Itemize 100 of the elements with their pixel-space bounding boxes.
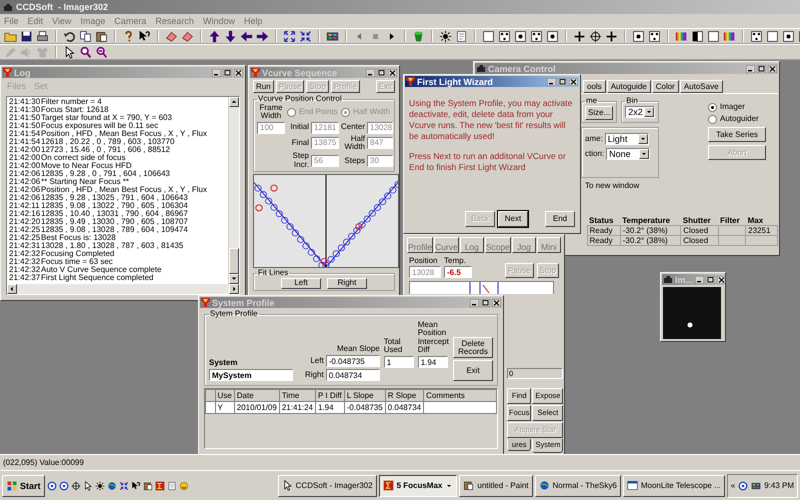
target-icon[interactable] [46,480,57,490]
eraser-icon[interactable] [165,30,178,42]
notepad-icon[interactable] [455,30,468,42]
taskbar-button[interactable]: 5 FocusMax [378,474,458,496]
arrow-down-icon[interactable] [224,30,237,42]
start-button[interactable]: Start [2,474,45,496]
tray-expand-button[interactable]: « [730,481,736,490]
globe-icon[interactable] [106,480,117,490]
copy-icon[interactable] [79,30,92,42]
eraser-icon[interactable] [181,30,194,42]
input-field[interactable]: 1.94 [418,356,448,368]
minimize-button[interactable] [366,68,375,76]
color-bars-icon[interactable] [675,30,688,42]
maximize-button[interactable] [757,64,766,72]
input-field[interactable]: 1 [384,356,414,368]
sun-icon[interactable] [439,30,452,42]
tab[interactable]: ools [583,80,606,93]
arrow-up-icon[interactable] [208,30,221,42]
sigma-icon[interactable] [154,480,165,490]
maximize-button[interactable] [223,68,232,76]
contrast-icon[interactable] [691,30,704,42]
close-button[interactable] [234,68,243,76]
tab[interactable]: AutoSave [680,80,723,93]
arrow-left-icon[interactable] [240,30,253,42]
crosshair-icon[interactable] [589,30,602,42]
taskbar-button[interactable]: untitled - Paint [459,474,533,496]
dots-icon[interactable] [648,30,661,42]
plus-icon[interactable] [573,30,586,42]
close-button[interactable] [388,68,397,76]
close-button[interactable] [492,298,501,306]
blank-frame-icon[interactable] [766,30,779,42]
tab[interactable]: Autoguide [606,80,651,93]
blank-frame-icon[interactable] [482,30,495,42]
help-cursor-icon[interactable] [130,480,141,490]
wizard-button[interactable]: Next [498,211,528,227]
dropdown[interactable]: 2x2 [625,106,656,118]
action-button[interactable]: Take Series [708,127,766,142]
taskbar-button[interactable]: Normal - TheSky6 [534,474,621,496]
color-bars-icon[interactable] [723,30,736,42]
dots-icon[interactable] [750,30,763,42]
action-button[interactable]: Delete Records [453,337,493,358]
maximize-button[interactable] [377,68,386,76]
wizard-button[interactable]: End [545,211,575,227]
crosshair-icon[interactable] [70,480,81,490]
pointer-icon[interactable] [82,480,93,490]
minimize-button[interactable] [547,78,556,86]
panel-icon[interactable] [326,30,339,42]
save-icon[interactable] [20,30,33,42]
help-cursor-icon[interactable] [138,30,151,42]
tab[interactable]: Color [652,80,679,93]
paste-icon[interactable] [95,30,108,42]
maximize-button[interactable] [481,298,490,306]
minimize-button[interactable] [695,276,704,284]
taskbar-button[interactable]: CCDSoft - Imager302 [278,474,377,496]
pointer-icon[interactable] [63,46,76,58]
arrow-right-icon[interactable] [256,30,269,42]
dropdown[interactable]: Light [604,132,649,145]
minimize-button[interactable] [212,68,221,76]
radio-button[interactable] [708,103,717,112]
blank-frame-icon[interactable] [707,30,720,42]
input-field[interactable]: -0.048735 [326,355,380,368]
action-button[interactable]: Run [253,80,274,93]
taskbar-button[interactable]: MoonLite Telescope ... [622,474,725,496]
close-button[interactable] [717,276,725,284]
size-button[interactable]: Size... [585,106,614,120]
help-icon[interactable] [122,30,135,42]
maximize-button[interactable] [706,276,716,284]
paste-icon[interactable] [142,480,153,490]
dots-icon[interactable] [530,30,543,42]
bucket-icon[interactable] [412,30,425,42]
scroll-thumb[interactable] [229,248,239,274]
input-field[interactable]: -6.5 [444,266,472,278]
horizontal-scrollbar[interactable] [7,284,239,294]
expand-arrows-icon[interactable] [283,30,296,42]
input-field[interactable]: MySystem [209,369,293,382]
radio-button[interactable] [708,115,717,124]
panel-icon[interactable] [751,480,762,490]
dots-icon[interactable] [498,30,511,42]
shrink-arrows-icon[interactable] [299,30,312,42]
shrink-arrows-icon[interactable] [118,480,129,490]
minimize-button[interactable] [746,64,755,72]
close-button[interactable] [768,64,777,72]
maximize-button[interactable] [558,78,567,86]
target-icon[interactable] [738,480,748,490]
zoom-in-icon[interactable] [79,46,92,58]
radio-button[interactable] [287,108,296,117]
action-button[interactable]: Exit [453,360,493,382]
plus-icon[interactable] [605,30,618,42]
dropdown[interactable]: None [606,148,650,160]
radio-button[interactable] [341,108,350,117]
vertical-scrollbar[interactable] [228,97,239,284]
target-icon[interactable] [58,480,69,490]
undo-icon[interactable] [63,30,76,42]
close-button[interactable] [569,78,578,86]
print-icon[interactable] [36,30,49,42]
sun-icon[interactable] [94,480,105,490]
fit-button[interactable]: Right [327,278,367,289]
fit-button[interactable]: Left [281,278,321,289]
input-field[interactable]: 0.048734 [326,369,380,382]
minimize-button[interactable] [470,298,479,306]
